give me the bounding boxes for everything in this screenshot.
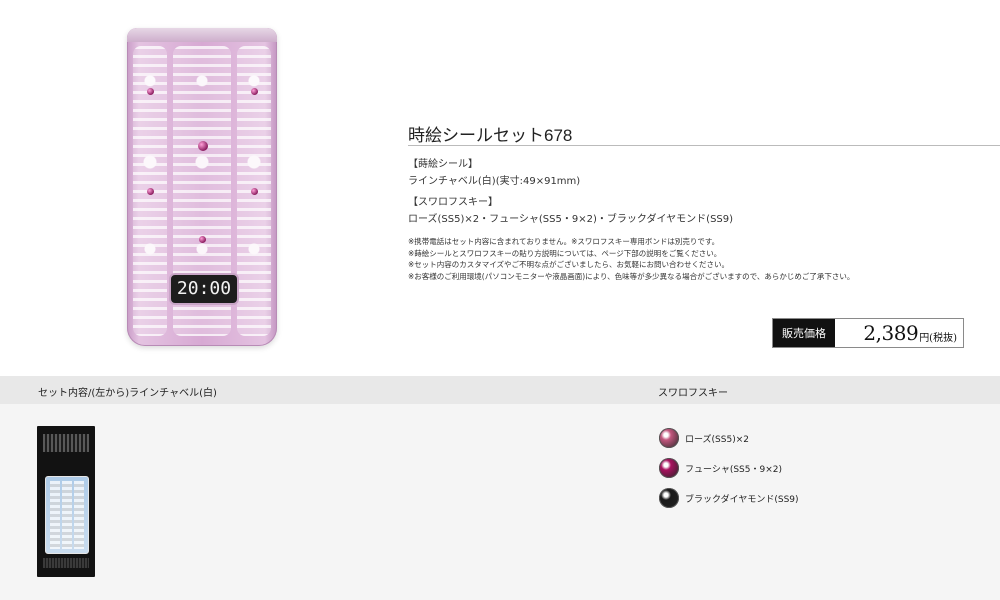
fuchsia-stone-icon <box>659 458 679 478</box>
phone-clock-display: 20:00 <box>169 273 239 305</box>
set-contents-panel <box>0 404 1000 600</box>
swarovski-detail: ローズ(SS5)×2・フューシャ(SS5・9×2)・ブラックダイヤモンド(SS9… <box>408 214 734 225</box>
jewel-decoration <box>147 188 154 195</box>
product-phone-image: 20:00 <box>127 28 277 346</box>
sticker-detail: ラインチャベル(白)(実寸:49×91mm) <box>408 176 581 187</box>
sticker-package-image <box>37 426 95 577</box>
notes-block: ※携帯電話はセット内容に含まれておりません。※スワロフスキー専用ボンドは別売りで… <box>408 236 854 282</box>
phone-hinge <box>127 28 277 42</box>
price-label: 販売価格 <box>773 319 835 347</box>
note-line: ※お客様のご利用環境(パソコンモニターや液晶画面)により、色味等が多少異なる場合… <box>408 271 855 281</box>
jewel-decoration <box>199 236 206 243</box>
jewel-decoration <box>251 188 258 195</box>
set-contents-heading: セット内容/(左から)ラインチャベル(白) <box>38 388 217 399</box>
swarovski-heading: 【スワロフスキー】 <box>408 197 498 208</box>
price-value-area: 2,389 円(税抜) <box>835 319 963 347</box>
stone-item: ローズ(SS5)×2 <box>659 428 749 448</box>
stone-label: ローズ(SS5)×2 <box>685 434 749 445</box>
rose-stone-icon <box>659 428 679 448</box>
black-diamond-stone-icon <box>659 488 679 508</box>
stone-item: フューシャ(SS5・9×2) <box>659 458 782 478</box>
sticker-lace-strip <box>74 481 84 549</box>
note-line: ※セット内容のカスタマイズやご不明な点がございましたら、お気軽にお問い合わせくだ… <box>408 260 730 269</box>
package-footer <box>43 558 89 568</box>
price-amount: 2,389 <box>863 321 919 345</box>
sticker-sheet <box>45 476 89 554</box>
sticker-lace-strip <box>62 481 72 549</box>
stone-item: ブラックダイヤモンド(SS9) <box>659 488 799 508</box>
stone-label: フューシャ(SS5・9×2) <box>685 464 782 475</box>
stone-label: ブラックダイヤモンド(SS9) <box>685 494 799 505</box>
jewel-decoration <box>251 88 258 95</box>
jewel-decoration <box>147 88 154 95</box>
product-title: 時絵シールセット678 <box>408 126 573 145</box>
sticker-lace-strip <box>50 481 60 549</box>
price-unit: 円(税抜) <box>919 332 957 344</box>
price-box: 販売価格 2,389 円(税抜) <box>772 318 964 348</box>
jewel-decoration <box>198 141 208 151</box>
package-logo <box>43 434 89 452</box>
title-divider <box>408 145 1000 146</box>
note-line: ※蒔絵シールとスワロフスキーの貼り方説明については、ページ下部の説明をご覧くださ… <box>408 248 722 258</box>
swarovski-section-heading: スワロフスキー <box>658 388 728 399</box>
sticker-heading: 【蒔絵シール】 <box>408 159 478 170</box>
note-line: ※携帯電話はセット内容に含まれておりません。※スワロフスキー専用ボンドは別売りで… <box>408 237 720 246</box>
